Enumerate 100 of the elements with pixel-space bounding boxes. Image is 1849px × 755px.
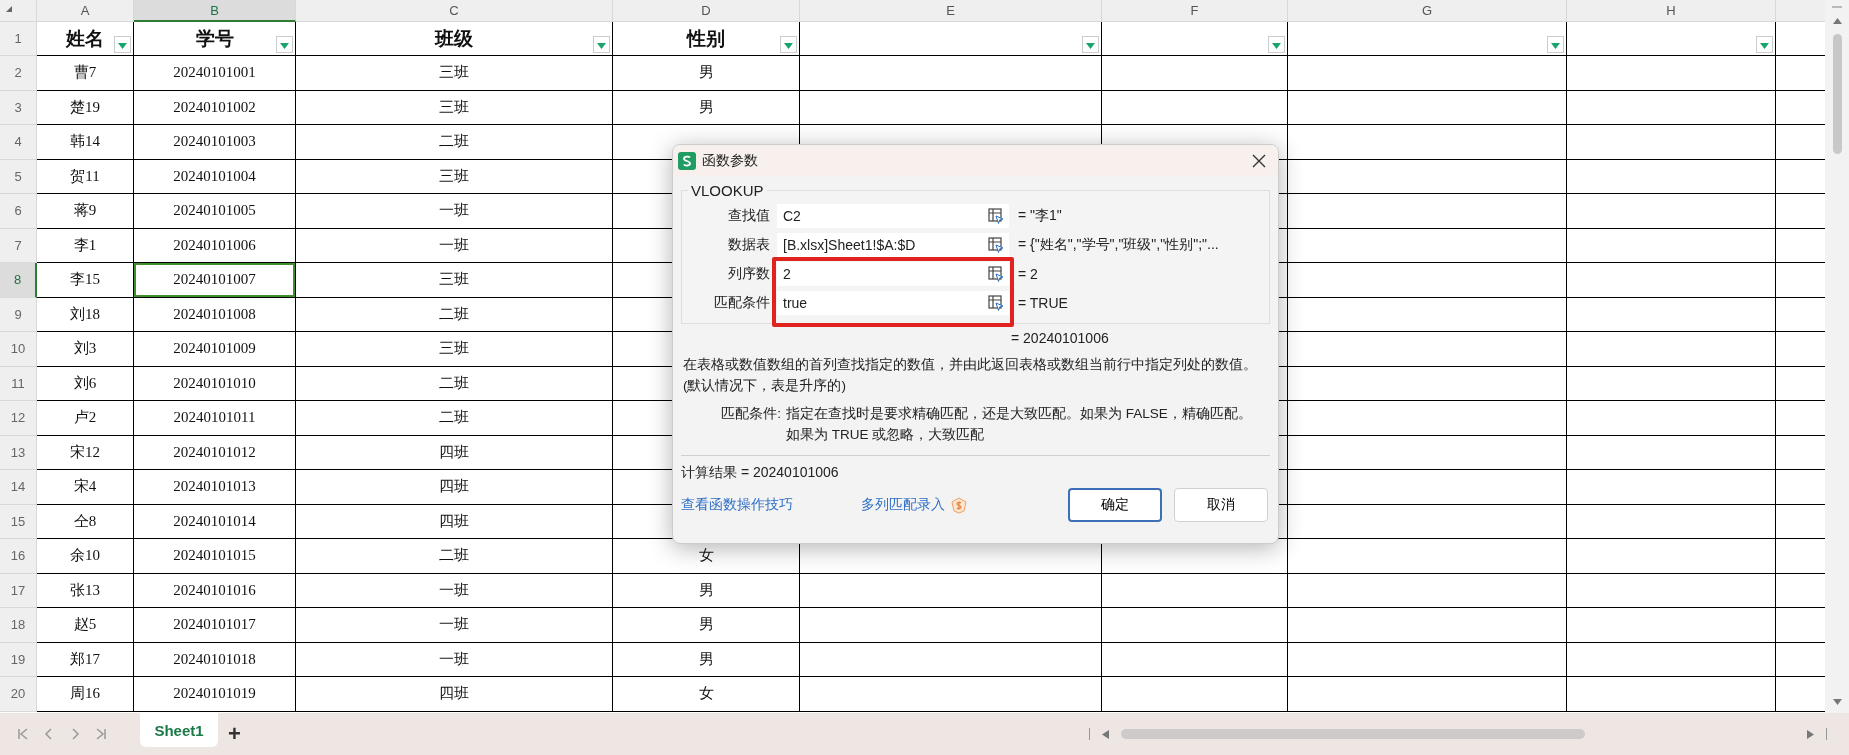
table-cell[interactable] xyxy=(800,642,1102,677)
table-cell[interactable]: 三班 xyxy=(296,263,613,298)
table-cell[interactable] xyxy=(1102,56,1288,91)
help-link[interactable]: 查看函数操作技巧 xyxy=(681,496,793,514)
header-cell[interactable] xyxy=(1288,22,1567,56)
table-cell[interactable] xyxy=(1567,677,1776,712)
table-cell[interactable] xyxy=(1567,159,1776,194)
table-cell[interactable] xyxy=(1288,90,1567,125)
filter-dropdown-button[interactable] xyxy=(593,36,610,53)
row-header[interactable]: 8 xyxy=(0,263,37,298)
table-cell[interactable]: 二班 xyxy=(296,125,613,160)
table-cell[interactable]: 三班 xyxy=(296,56,613,91)
table-cell[interactable]: 余10 xyxy=(37,539,134,574)
table-cell[interactable]: 宋4 xyxy=(37,470,134,505)
range-select-button[interactable] xyxy=(983,290,1009,315)
table-cell[interactable] xyxy=(1567,539,1776,574)
table-cell[interactable]: 一班 xyxy=(296,573,613,608)
table-cell[interactable]: 李1 xyxy=(37,228,134,263)
up-arrow-icon[interactable] xyxy=(1832,18,1842,24)
table-cell[interactable]: 刘18 xyxy=(37,297,134,332)
range-select-button[interactable] xyxy=(983,232,1009,257)
row-header[interactable]: 9 xyxy=(0,297,37,332)
table-cell[interactable] xyxy=(1567,297,1776,332)
table-cell[interactable] xyxy=(1288,401,1567,436)
row-header[interactable]: 2 xyxy=(0,56,37,91)
table-cell[interactable]: 20240101014 xyxy=(134,504,296,539)
table-cell[interactable]: 蒋9 xyxy=(37,194,134,229)
table-cell[interactable] xyxy=(1288,608,1567,643)
table-cell[interactable]: 20240101019 xyxy=(134,677,296,712)
table-cell[interactable] xyxy=(1288,677,1567,712)
column-header[interactable]: H xyxy=(1567,0,1776,22)
table-cell[interactable]: 四班 xyxy=(296,435,613,470)
row-header[interactable]: 6 xyxy=(0,194,37,229)
row-header[interactable]: 20 xyxy=(0,677,37,712)
row-header[interactable]: 11 xyxy=(0,366,37,401)
header-cell[interactable]: 学号 xyxy=(134,22,296,56)
table-cell[interactable] xyxy=(1288,228,1567,263)
row-header[interactable]: 12 xyxy=(0,401,37,436)
table-cell[interactable]: 20240101003 xyxy=(134,125,296,160)
table-cell[interactable]: 20240101004 xyxy=(134,159,296,194)
input-field[interactable]: true xyxy=(777,290,983,315)
table-cell[interactable]: 刘3 xyxy=(37,332,134,367)
table-cell[interactable] xyxy=(1288,159,1567,194)
table-cell[interactable]: 20240101010 xyxy=(134,366,296,401)
table-cell[interactable] xyxy=(1288,56,1567,91)
table-cell[interactable]: 韩14 xyxy=(37,125,134,160)
row-header[interactable]: 1 xyxy=(0,22,37,56)
range-select-button[interactable] xyxy=(983,203,1009,228)
table-cell[interactable] xyxy=(1288,504,1567,539)
table-cell[interactable] xyxy=(1567,263,1776,298)
filter-dropdown-button[interactable] xyxy=(780,36,797,53)
row-header[interactable]: 3 xyxy=(0,90,37,125)
table-cell[interactable]: 二班 xyxy=(296,401,613,436)
table-cell[interactable]: 20240101016 xyxy=(134,573,296,608)
table-cell[interactable] xyxy=(1567,366,1776,401)
vertical-scrollbar[interactable] xyxy=(1825,0,1849,713)
table-cell[interactable]: 二班 xyxy=(296,539,613,574)
column-header[interactable]: C xyxy=(296,0,613,22)
table-cell[interactable]: 二班 xyxy=(296,297,613,332)
sheet-tab[interactable]: Sheet1 xyxy=(140,713,218,747)
row-header[interactable]: 16 xyxy=(0,539,37,574)
table-cell[interactable] xyxy=(1102,677,1288,712)
filter-dropdown-button[interactable] xyxy=(114,36,131,53)
table-cell[interactable]: 男 xyxy=(613,90,800,125)
table-cell[interactable]: 20240101001 xyxy=(134,56,296,91)
help-link[interactable]: 多列匹配录入 xyxy=(861,496,945,514)
table-cell[interactable] xyxy=(1567,401,1776,436)
range-select-button[interactable] xyxy=(983,261,1009,286)
table-cell[interactable] xyxy=(1288,642,1567,677)
table-cell[interactable] xyxy=(1567,470,1776,505)
table-cell[interactable]: 仝8 xyxy=(37,504,134,539)
table-cell[interactable]: 20240101005 xyxy=(134,194,296,229)
table-cell[interactable] xyxy=(800,90,1102,125)
dialog-button[interactable]: 确定 xyxy=(1068,488,1162,522)
table-cell[interactable] xyxy=(1288,573,1567,608)
table-cell[interactable]: 三班 xyxy=(296,159,613,194)
table-cell[interactable] xyxy=(1102,573,1288,608)
table-cell[interactable]: 20240101013 xyxy=(134,470,296,505)
table-cell[interactable] xyxy=(1567,504,1776,539)
row-header[interactable]: 19 xyxy=(0,642,37,677)
table-cell[interactable]: 20240101012 xyxy=(134,435,296,470)
add-sheet-button[interactable]: + xyxy=(222,721,247,747)
table-cell[interactable]: 20240101007 xyxy=(134,263,296,298)
row-header[interactable]: 4 xyxy=(0,125,37,160)
header-cell[interactable] xyxy=(1102,22,1288,56)
scroll-thumb[interactable] xyxy=(1832,34,1842,154)
row-header[interactable]: 13 xyxy=(0,435,37,470)
left-arrow-icon[interactable] xyxy=(1102,729,1109,739)
right-arrow-icon[interactable] xyxy=(1807,729,1814,739)
table-cell[interactable] xyxy=(1567,435,1776,470)
filter-dropdown-button[interactable] xyxy=(1268,36,1285,53)
table-cell[interactable]: 周16 xyxy=(37,677,134,712)
table-cell[interactable]: 20240101017 xyxy=(134,608,296,643)
row-header[interactable]: 15 xyxy=(0,504,37,539)
table-cell[interactable] xyxy=(1567,56,1776,91)
table-cell[interactable]: 男 xyxy=(613,573,800,608)
row-header[interactable]: 18 xyxy=(0,608,37,643)
table-cell[interactable] xyxy=(1567,90,1776,125)
table-cell[interactable] xyxy=(1567,194,1776,229)
filter-dropdown-button[interactable] xyxy=(1082,36,1099,53)
